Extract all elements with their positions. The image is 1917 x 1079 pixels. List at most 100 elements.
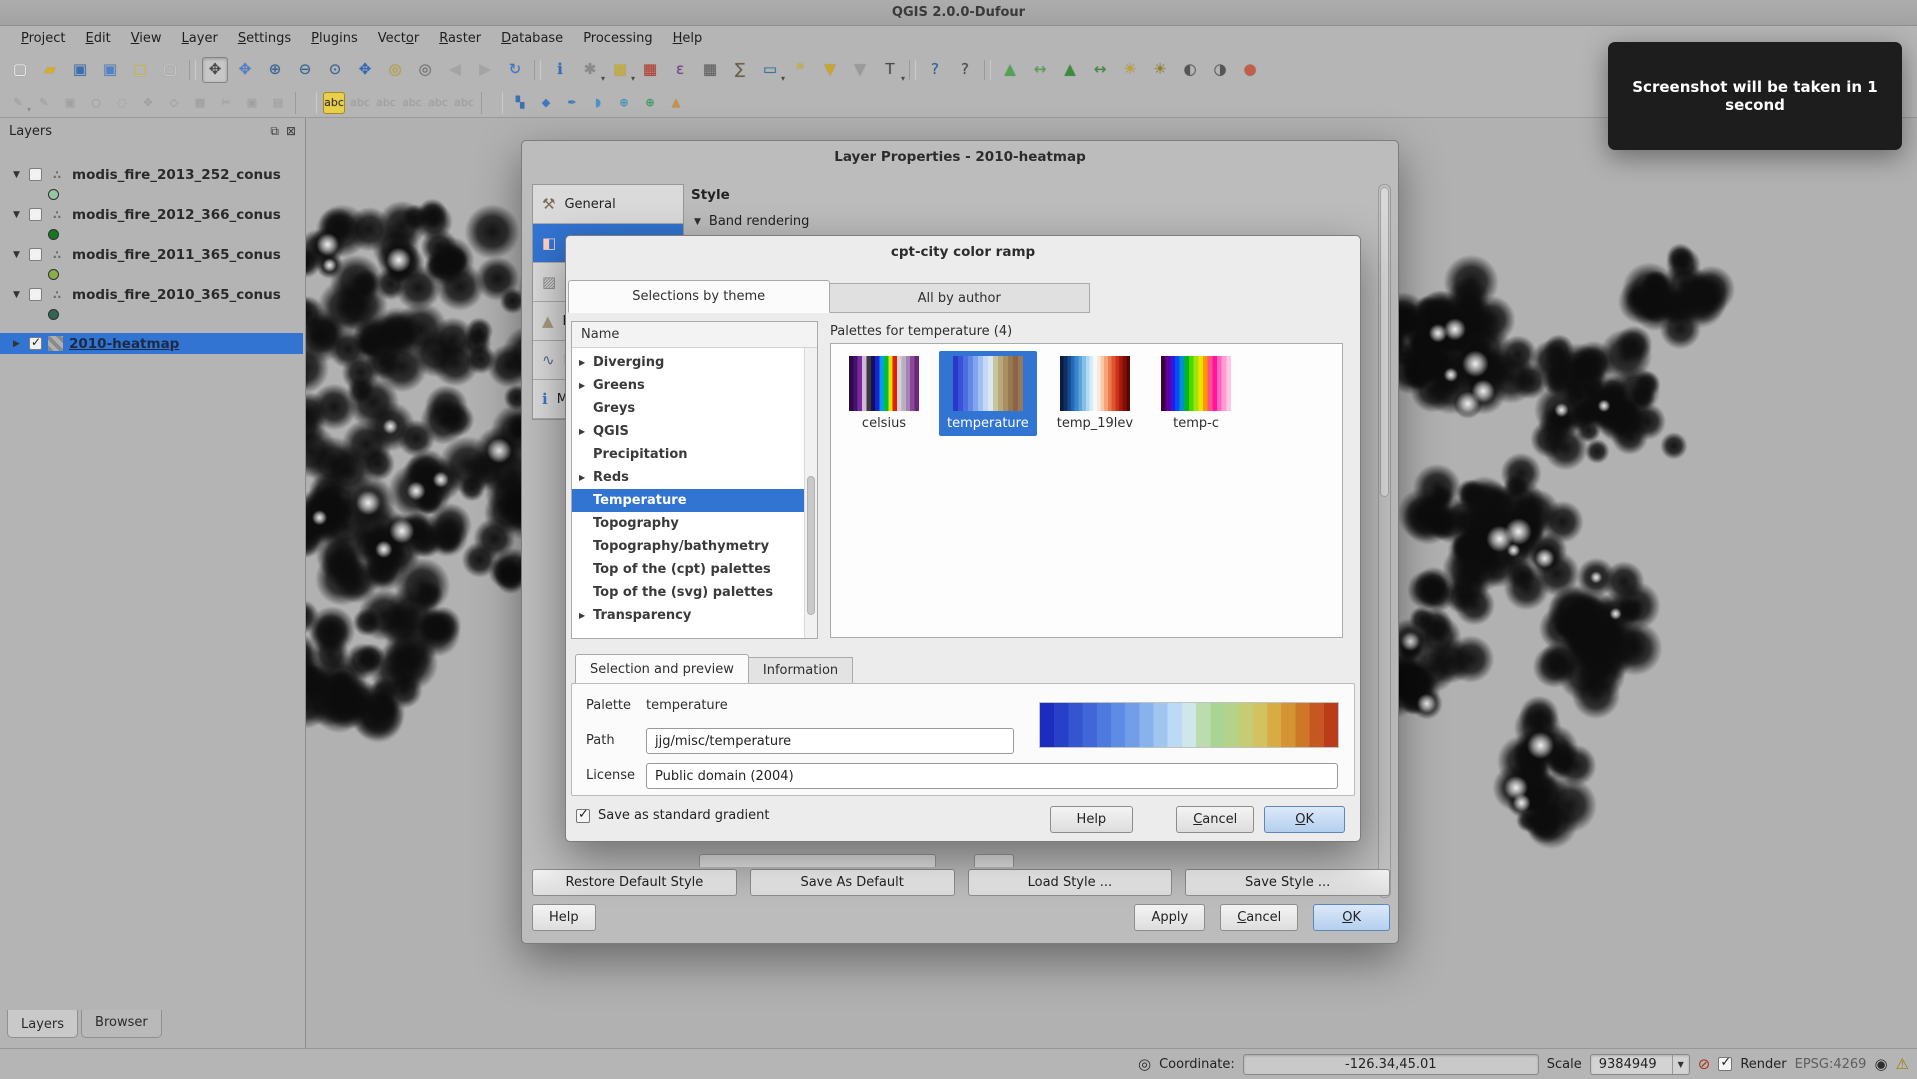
layer-item[interactable]: ▶ ∴ 2010-heatmap xyxy=(0,333,303,354)
toolbar-icon[interactable]: T▾ xyxy=(877,57,903,83)
dialog-button[interactable]: Cancel xyxy=(1176,806,1254,833)
preview-tab[interactable]: Information xyxy=(749,657,853,684)
layer-visibility-checkbox[interactable] xyxy=(29,337,42,350)
float-panel-icon[interactable]: ⧉ xyxy=(270,124,279,139)
toolbar-icon[interactable]: ▼▾ xyxy=(847,57,873,83)
expand-arrow-icon[interactable]: ▶ xyxy=(579,473,588,482)
coordinate-field[interactable]: -126.34,45.01 xyxy=(1243,1054,1539,1075)
dialog-button[interactable]: OK xyxy=(1264,806,1345,833)
dialog-scrollbar[interactable] xyxy=(1378,184,1391,898)
toolbar-icon[interactable]: ⊕▾ xyxy=(613,92,635,114)
close-panel-icon[interactable]: ⊠ xyxy=(286,124,296,138)
toolbar-icon[interactable]: ↻▾ xyxy=(502,57,528,83)
style-action-button[interactable]: Save As Default xyxy=(750,869,955,896)
toolbar-icon[interactable]: ◎▾ xyxy=(412,57,438,83)
projection-icon[interactable]: ◉ xyxy=(1874,1057,1887,1072)
scrollbar-thumb[interactable] xyxy=(1380,187,1389,497)
toolbar-icon[interactable]: ▲▾ xyxy=(997,57,1023,83)
tree-item[interactable]: ▶ Reds xyxy=(572,466,817,489)
tree-scrollbar[interactable] xyxy=(804,348,817,638)
toolbar-icon[interactable]: ✥▾ xyxy=(352,57,378,83)
cpt-tab[interactable]: Selections by theme xyxy=(568,280,830,313)
style-action-button[interactable]: Save Style ... xyxy=(1185,869,1390,896)
toolbar-icon[interactable]: abc▾ xyxy=(427,92,449,114)
coordinate-capture-icon[interactable]: ◎ xyxy=(1138,1057,1151,1072)
toolbar-icon[interactable]: ◆▾ xyxy=(535,92,557,114)
layer-visibility-checkbox[interactable] xyxy=(29,168,42,181)
toolbar-icon[interactable]: ☀▾ xyxy=(1117,57,1143,83)
panel-tab[interactable]: Layers xyxy=(7,1010,78,1038)
toolbar-icon[interactable]: ▦▾ xyxy=(189,92,211,114)
toolbar-icon[interactable]: ▣▾ xyxy=(59,92,81,114)
toolbar-icon[interactable]: ▣▾ xyxy=(241,92,263,114)
save-gradient-checkbox[interactable] xyxy=(576,809,590,823)
menu-item[interactable]: Database xyxy=(492,28,572,49)
toolbar-icon[interactable]: ℹ▾ xyxy=(547,57,573,83)
cpt-tab[interactable]: All by author xyxy=(830,283,1091,313)
tree-item[interactable]: ▶ Topography/bathymetry xyxy=(572,535,817,558)
toolbar-icon[interactable]: ❝▾ xyxy=(787,57,813,83)
dialog-button[interactable]: OK xyxy=(1313,904,1390,931)
properties-sidebar-item[interactable]: ⚒ General xyxy=(533,185,683,224)
collapse-arrow-icon[interactable]: ▼ xyxy=(694,217,701,227)
toolbar-icon[interactable]: abc▾ xyxy=(349,92,371,114)
toolbar-icon[interactable]: ▦▾ xyxy=(607,57,633,83)
dialog-button[interactable]: Cancel xyxy=(1220,904,1298,931)
palette-item[interactable]: celsius xyxy=(841,351,927,436)
preview-tab[interactable]: Selection and preview xyxy=(575,654,749,684)
style-action-button[interactable]: Load Style ... xyxy=(968,869,1173,896)
scrollbar-thumb[interactable] xyxy=(807,476,815,615)
dialog-button[interactable]: Help xyxy=(1050,806,1134,833)
toolbar-icon[interactable]: ◇▾ xyxy=(163,92,185,114)
scale-combobox[interactable]: 9384949 ▼ xyxy=(1590,1054,1690,1075)
menu-item[interactable]: Edit xyxy=(77,28,120,49)
toolbar-icon[interactable]: ▰▾ xyxy=(37,57,63,83)
expand-arrow-icon[interactable]: ▼ xyxy=(13,250,23,260)
toolbar-icon[interactable]: ✱▾ xyxy=(577,57,603,83)
expand-arrow-icon[interactable]: ▶ xyxy=(579,358,588,367)
toolbar-icon[interactable]: ☀▾ xyxy=(1147,57,1173,83)
layer-item[interactable]: ▼ ∴ modis_fire_2010_365_conus xyxy=(0,284,303,324)
toolbar-icon[interactable]: ◑▾ xyxy=(1207,57,1233,83)
tree-item[interactable]: ▶ Top of the (cpt) palettes xyxy=(572,558,817,581)
tree-item[interactable]: ▶ Top of the (svg) palettes xyxy=(572,581,817,604)
expand-arrow-icon[interactable]: ▼ xyxy=(13,170,23,180)
toolbar-icon[interactable]: ◗▾ xyxy=(587,92,609,114)
layer-item[interactable]: ▼ ∴ modis_fire_2012_366_conus xyxy=(0,204,303,244)
expand-arrow-icon[interactable]: ▼ xyxy=(13,210,23,220)
toolbar-icon[interactable]: ⊕▾ xyxy=(262,57,288,83)
tree-item[interactable]: ▶ Transparency xyxy=(572,604,817,627)
menu-item[interactable]: Processing xyxy=(574,28,661,49)
menu-item[interactable]: Settings xyxy=(229,28,300,49)
layer-item[interactable]: ▼ ∴ modis_fire_2011_365_conus xyxy=(0,244,303,284)
layer-visibility-checkbox[interactable] xyxy=(29,288,42,301)
toolbar-icon[interactable]: ✒▾ xyxy=(561,92,583,114)
path-input[interactable] xyxy=(646,728,1014,754)
toolbar-icon[interactable]: ▤▾ xyxy=(267,92,289,114)
dialog-button[interactable]: Help xyxy=(532,904,596,931)
toolbar-icon[interactable]: ✥▾ xyxy=(232,57,258,83)
toolbar-icon[interactable]: ▣▾ xyxy=(67,57,93,83)
toolbar-icon[interactable]: ▦▾ xyxy=(637,57,663,83)
layer-visibility-checkbox[interactable] xyxy=(29,208,42,221)
expand-arrow-icon[interactable]: ▶ xyxy=(579,427,588,436)
tree-item[interactable]: ▶ Temperature xyxy=(572,489,817,512)
toolbar-icon[interactable]: ?▾ xyxy=(952,57,978,83)
toolbar-icon[interactable]: ◀▾ xyxy=(442,57,468,83)
expand-arrow-icon[interactable]: ▼ xyxy=(13,290,23,300)
palette-item[interactable]: temperature xyxy=(939,351,1037,436)
layer-item[interactable]: ▼ ∴ modis_fire_2013_252_conus xyxy=(0,164,303,204)
toolbar-icon[interactable]: ▦▾ xyxy=(697,57,723,83)
dialog-button[interactable]: Apply xyxy=(1134,904,1205,931)
menu-item[interactable]: Project xyxy=(12,28,75,49)
toolbar-icon[interactable]: ✎▾ xyxy=(7,92,29,114)
palette-item[interactable]: temp-c xyxy=(1153,351,1239,436)
layer-visibility-checkbox[interactable] xyxy=(29,248,42,261)
toolbar-icon[interactable]: ?▾ xyxy=(922,57,948,83)
toolbar-icon[interactable]: ○▾ xyxy=(85,92,107,114)
license-input[interactable] xyxy=(646,763,1338,789)
toolbar-icon[interactable]: ▲▾ xyxy=(1057,57,1083,83)
menu-item[interactable]: View xyxy=(122,28,171,49)
toolbar-icon[interactable]: ▢▾ xyxy=(157,57,183,83)
toolbar-icon[interactable]: abc▾ xyxy=(401,92,423,114)
